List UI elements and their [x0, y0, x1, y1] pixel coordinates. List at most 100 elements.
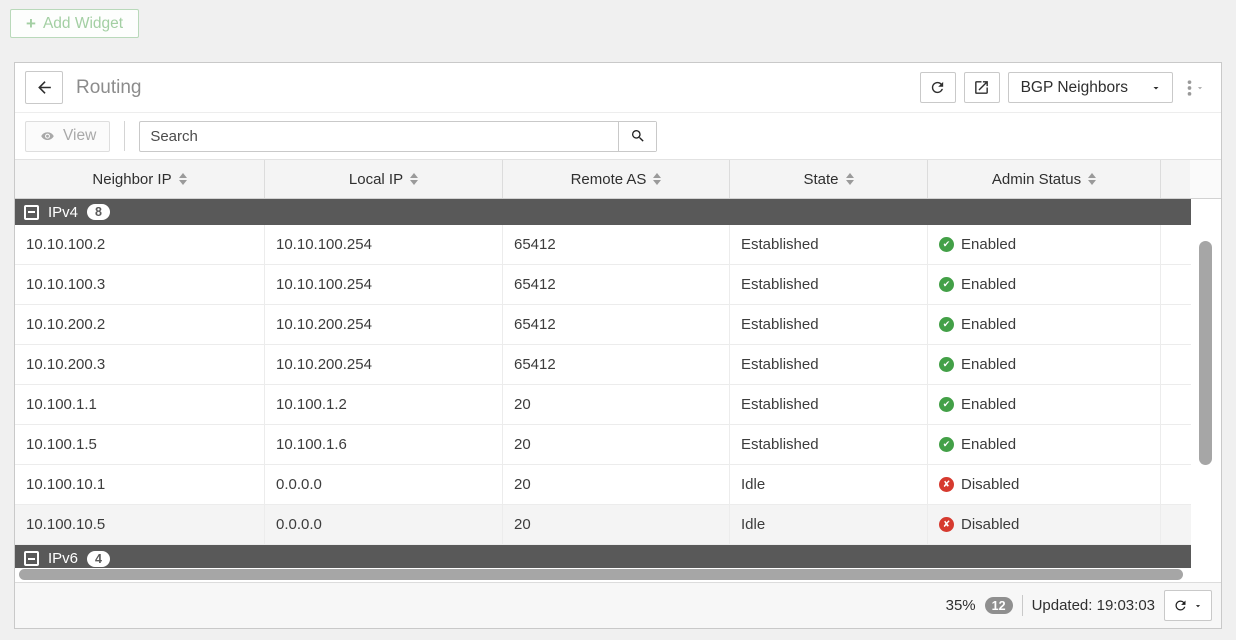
group-label: IPv6: [48, 550, 78, 567]
state-cell: Established: [730, 385, 928, 424]
view-selector-value: BGP Neighbors: [1021, 79, 1128, 97]
admin-status-cell: ✘ Disabled: [928, 505, 1161, 544]
enabled-check-icon: ✔: [939, 317, 954, 332]
disabled-x-icon: ✘: [939, 477, 954, 492]
scrollbar-gutter: [1190, 160, 1221, 198]
neighbor-ip-cell: 10.10.200.3: [15, 345, 265, 384]
add-widget-button[interactable]: + Add Widget: [10, 9, 139, 38]
row-spacer-cell: [1161, 505, 1190, 544]
remote-as-cell: 65412: [503, 225, 730, 264]
table-body: IPv4 8 10.10.100.210.10.100.25465412Esta…: [15, 199, 1221, 568]
widget-footer: 35% 12 Updated: 19:03:03: [15, 582, 1221, 628]
search-button[interactable]: [618, 122, 656, 151]
group-count-badge: 8: [87, 204, 110, 220]
plus-icon: +: [26, 15, 36, 32]
refresh-icon: [1173, 598, 1188, 613]
more-options-button[interactable]: [1181, 79, 1211, 97]
state-cell: Established: [730, 265, 928, 304]
column-header-remote-as[interactable]: Remote AS: [503, 160, 730, 198]
sort-icon: [410, 173, 418, 185]
auto-refresh-dropdown[interactable]: [1164, 590, 1212, 621]
table-row[interactable]: 10.100.1.110.100.1.220Established✔Enable…: [15, 385, 1191, 425]
column-label: Admin Status: [992, 171, 1081, 188]
column-label: State: [803, 171, 838, 188]
group-header-ipv6[interactable]: IPv6 4: [15, 545, 1191, 568]
toolbar-divider: [124, 121, 125, 151]
column-header-spacer: [1161, 160, 1190, 198]
footer-divider: [1022, 595, 1023, 616]
admin-status-label: Enabled: [961, 396, 1016, 413]
view-button[interactable]: View: [25, 121, 110, 152]
collapse-icon: [24, 551, 39, 566]
neighbor-ip-cell: 10.100.1.1: [15, 385, 265, 424]
remote-as-cell: 20: [503, 425, 730, 464]
table-row[interactable]: 10.10.200.310.10.200.25465412Established…: [15, 345, 1191, 385]
view-selector-dropdown[interactable]: BGP Neighbors: [1008, 72, 1173, 103]
popout-button[interactable]: [964, 72, 1000, 103]
widget-header: Routing BGP Neighbors: [15, 63, 1221, 113]
state-cell: Established: [730, 425, 928, 464]
column-header-state[interactable]: State: [730, 160, 928, 198]
widget-toolbar: View: [15, 113, 1221, 159]
local-ip-cell: 10.100.1.2: [265, 385, 503, 424]
local-ip-cell: 0.0.0.0: [265, 465, 503, 504]
state-cell: Idle: [730, 465, 928, 504]
local-ip-cell: 10.10.100.254: [265, 225, 503, 264]
row-count-badge: 12: [985, 597, 1013, 614]
row-spacer-cell: [1161, 345, 1190, 384]
search-input[interactable]: [140, 122, 618, 151]
chevron-down-icon: [1193, 601, 1203, 611]
external-link-icon: [973, 79, 990, 96]
table-row[interactable]: 10.100.1.510.100.1.620Established✔Enable…: [15, 425, 1191, 465]
enabled-check-icon: ✔: [939, 437, 954, 452]
table-header-row: Neighbor IP Local IP Remote AS State Adm…: [15, 159, 1221, 199]
refresh-button[interactable]: [920, 72, 956, 103]
back-button[interactable]: [25, 71, 63, 104]
remote-as-cell: 20: [503, 465, 730, 504]
page-title: Routing: [76, 77, 142, 99]
admin-status-label: Disabled: [961, 476, 1019, 493]
remote-as-cell: 20: [503, 505, 730, 544]
column-header-local-ip[interactable]: Local IP: [265, 160, 503, 198]
remote-as-cell: 65412: [503, 305, 730, 344]
admin-status-label: Disabled: [961, 516, 1019, 533]
admin-status-cell: ✔ Enabled: [928, 425, 1161, 464]
horizontal-scrollbar-track: [15, 568, 1221, 582]
admin-status-cell: ✔Enabled: [928, 385, 1161, 424]
group-header-ipv4[interactable]: IPv4 8: [15, 199, 1191, 225]
routing-widget: Routing BGP Neighbors: [14, 62, 1222, 629]
admin-status-label: Enabled: [961, 276, 1016, 293]
table-row[interactable]: 10.10.100.210.10.100.25465412Established…: [15, 225, 1191, 265]
table-row[interactable]: 10.10.200.210.10.200.25465412Established…: [15, 305, 1191, 345]
magnifier-icon: [630, 128, 646, 144]
table-row[interactable]: 10.10.100.310.10.100.25465412Established…: [15, 265, 1191, 305]
sort-icon: [846, 173, 854, 185]
eye-icon: [39, 128, 56, 145]
table-row[interactable]: 10.100.10.10.0.0.020Idle✘Disabled: [15, 465, 1191, 505]
neighbor-ip-cell: 10.100.1.5: [15, 425, 265, 464]
refresh-icon: [929, 79, 946, 96]
kebab-menu-icon: [1187, 79, 1192, 97]
neighbor-ip-cell: 10.10.100.3: [15, 265, 265, 304]
column-header-neighbor-ip[interactable]: Neighbor IP: [15, 160, 265, 198]
local-ip-cell: 10.10.200.254: [265, 305, 503, 344]
enabled-check-icon: ✔: [939, 237, 954, 252]
neighbor-ip-cell: 10.10.100.2: [15, 225, 265, 264]
table-row[interactable]: 10.100.10.50.0.0.020Idle✘Disabled: [15, 505, 1191, 545]
admin-status-label: Enabled: [961, 356, 1016, 373]
row-spacer-cell: [1161, 225, 1190, 264]
admin-status-label: Enabled: [961, 436, 1016, 453]
chevron-down-icon: [1195, 83, 1205, 93]
column-header-admin-status[interactable]: Admin Status: [928, 160, 1161, 198]
neighbor-ip-cell: 10.100.10.5: [15, 505, 265, 544]
updated-timestamp: Updated: 19:03:03: [1032, 597, 1155, 614]
horizontal-scrollbar[interactable]: [19, 569, 1183, 580]
disabled-x-icon: ✘: [939, 517, 954, 532]
vertical-scrollbar[interactable]: [1199, 241, 1212, 465]
enabled-check-icon: ✔: [939, 277, 954, 292]
state-cell: Established: [730, 305, 928, 344]
remote-as-cell: 20: [503, 385, 730, 424]
remote-as-cell: 65412: [503, 265, 730, 304]
sort-icon: [1088, 173, 1096, 185]
sort-icon: [653, 173, 661, 185]
